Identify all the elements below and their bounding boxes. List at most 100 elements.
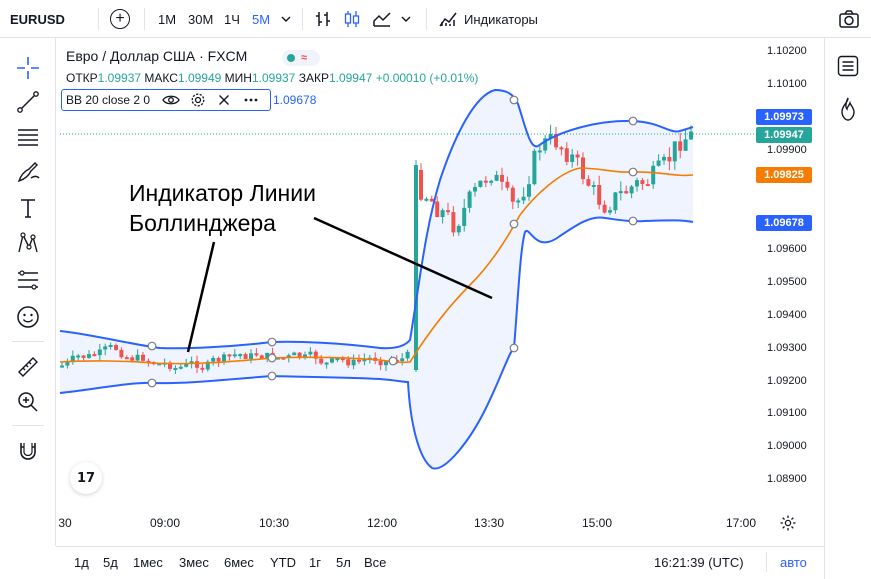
symbol-title[interactable]: Евро / Доллар США · FXCM [66,48,247,64]
candle-body [108,345,113,347]
clock[interactable]: 16:21:39 (UTC) [654,546,744,579]
range-ytd[interactable]: YTD [270,546,296,579]
zoom-tool[interactable] [12,386,44,418]
price-tick: 1.09200 [767,375,807,387]
range-1y[interactable]: 1г [309,546,321,579]
candle-body [602,204,607,213]
price-tick: 1.09500 [767,276,807,288]
interval-1m[interactable]: 1M [158,0,176,38]
bb-indicator-legend[interactable]: BB 20 close 2 0 [61,89,271,111]
price-tick: 1.10200 [767,45,807,57]
candle-body [570,154,575,162]
interval-label: 1Ч [224,11,240,27]
candle-body [527,184,531,197]
annotation-text[interactable]: Индикатор Линии Боллинджера [129,178,316,238]
time-tick: 15:00 [581,516,613,530]
pattern-tool[interactable] [12,227,44,259]
range-all[interactable]: Все [364,546,386,579]
candle-body [608,210,612,213]
selection-handle [509,219,519,229]
indicators-button[interactable]: Индикаторы [438,0,538,38]
candle-body [462,207,467,226]
crosshair-tool[interactable] [12,52,44,84]
bars-style-button[interactable] [314,0,332,38]
range-label: 5д [103,555,118,570]
prediction-tool[interactable] [12,264,44,296]
range-6m[interactable]: 6мес [224,546,254,579]
auto-scale-toggle[interactable]: авто [780,546,807,579]
candle-body [678,141,683,151]
symbol-label: EURUSD [10,11,65,27]
candle-body [346,359,351,366]
lower-band-badge: 1.09678 [756,215,812,231]
candle-body [629,186,634,194]
range-5y[interactable]: 5л [336,546,351,579]
bb-label: BB 20 close 2 0 [66,93,151,107]
auto-label: авто [780,555,807,570]
range-label: YTD [270,555,296,570]
compare-button[interactable]: + [110,0,130,38]
price-chart[interactable] [56,38,824,546]
close-icon[interactable] [218,94,230,106]
tradingview-logo-icon[interactable]: 17 [70,462,102,494]
candle-body [232,354,237,357]
brush-tool[interactable] [12,156,44,188]
price-tick: 1.09900 [767,144,807,156]
eye-icon[interactable] [162,93,180,107]
range-label: 1мес [133,555,163,570]
chart-style-dropdown[interactable] [400,0,412,38]
selection-handle [267,353,277,363]
open-value: 1.09937 [97,71,142,85]
candle-body [618,191,623,194]
range-3m[interactable]: 3мес [179,546,209,579]
snapshot-button[interactable] [838,0,860,38]
area-style-button[interactable] [372,0,392,38]
candle-body [173,367,178,370]
range-5d[interactable]: 5д [103,546,118,579]
selection-handle [147,378,157,388]
range-1d[interactable]: 1д [74,546,89,579]
trendline-tool[interactable] [12,86,44,118]
range-1m[interactable]: 1мес [133,546,163,579]
hotlists-button[interactable] [836,96,860,127]
candle-body [575,154,580,158]
interval-30m[interactable]: 30M [188,0,213,38]
high-value: 1.09949 [177,71,222,85]
candles-style-button[interactable] [343,0,361,38]
area-chart-icon [373,12,391,27]
candle-body [124,357,129,360]
candle-body [130,357,135,361]
candle-body [216,357,221,362]
market-status[interactable]: ≈ [282,50,320,66]
market-open-icon [287,54,295,62]
selection-handle [628,116,638,126]
fib-tool[interactable] [12,121,44,153]
divider [426,8,427,30]
interval-1h[interactable]: 1Ч [224,0,240,38]
axis-settings-button[interactable] [779,514,797,537]
emoji-tool[interactable] [12,301,44,333]
bb-band-fill [60,90,693,469]
high-label: МАКС [144,71,178,85]
candle-body [135,354,140,361]
range-label: 3мес [179,555,209,570]
magnet-tool[interactable] [12,435,44,467]
watchlist-button[interactable] [836,54,860,83]
interval-5m[interactable]: 5M [252,0,270,38]
range-label: 5л [336,555,351,570]
candle-body [330,358,334,363]
last-price-badge: 1.09947 [756,127,812,143]
ruler-tool[interactable] [12,351,44,383]
text-tool[interactable] [12,192,44,224]
symbol-search[interactable]: EURUSD [10,0,65,38]
candle-body [559,147,564,150]
candle-body [76,355,81,358]
interval-label: 1M [158,11,177,27]
time-tick: 17:00 [725,516,757,530]
settings-gear-icon[interactable] [190,92,206,108]
interval-dropdown[interactable] [280,0,292,38]
divider [12,425,44,426]
more-icon[interactable] [244,98,258,102]
divider [766,552,767,572]
candle-body [446,210,450,213]
